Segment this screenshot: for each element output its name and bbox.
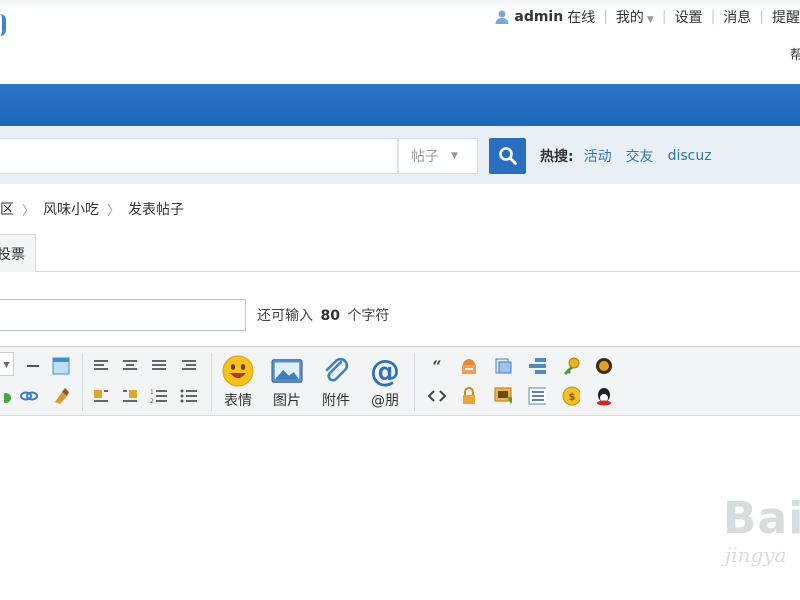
watermark-line1: Bai	[723, 493, 800, 544]
hot-search-label: 热搜:	[540, 149, 574, 165]
main-nav-bar	[0, 84, 800, 126]
search-icon	[498, 147, 517, 165]
search-bar: 帖子 ▼ 热搜: 活动 交友 discuz	[0, 126, 800, 184]
counter-value: 80	[320, 308, 340, 324]
emoticon-label: 表情	[224, 393, 252, 409]
page-break-icon[interactable]	[528, 357, 546, 375]
breadcrumb-current: 发表帖子	[128, 202, 185, 218]
image-icon	[271, 355, 303, 387]
font-size-select[interactable]: ▼	[0, 352, 14, 376]
align-left-icon[interactable]	[92, 357, 110, 375]
chevron-down-icon: ▼	[3, 359, 10, 369]
horizontal-rule-icon[interactable]	[24, 357, 42, 375]
divider: |	[759, 9, 764, 25]
svg-text:$: $	[569, 392, 576, 403]
notifications-link[interactable]: 提醒	[772, 7, 800, 27]
search-scope-value: 帖子	[411, 149, 439, 165]
hot-searches: 热搜: 活动 交友 discuz	[540, 138, 726, 174]
search-input[interactable]	[0, 138, 398, 174]
tab-poll[interactable]: 投票	[0, 234, 36, 272]
svg-text:@: @	[370, 355, 400, 387]
hot-search-link[interactable]: discuz	[668, 148, 712, 164]
settings-link[interactable]: 设置	[675, 7, 703, 27]
password-key-icon[interactable]	[562, 357, 580, 375]
subject-input[interactable]	[0, 299, 246, 331]
emoticon-button[interactable]: 表情	[217, 355, 259, 411]
search-scope-select[interactable]: 帖子 ▼	[398, 138, 478, 174]
svg-text:“: “	[432, 359, 441, 373]
lock-icon[interactable]	[460, 387, 478, 405]
at-icon: @	[369, 355, 401, 387]
attachment-label: 附件	[322, 393, 350, 409]
toolbar-divider	[414, 353, 415, 411]
chevron-down-icon: ▼	[646, 15, 654, 25]
user-icon	[494, 9, 510, 25]
align-right-icon[interactable]	[180, 357, 198, 375]
float-left-icon[interactable]	[92, 387, 110, 405]
online-status[interactable]: 在线	[567, 7, 595, 27]
counter-suffix: 个字符	[347, 308, 390, 324]
divider: |	[710, 9, 716, 25]
code-icon[interactable]	[428, 387, 446, 405]
messages-link[interactable]: 消息	[723, 7, 751, 27]
toolbar-divider	[82, 353, 83, 411]
align-justify-icon[interactable]	[150, 357, 168, 375]
quote-icon[interactable]: “	[428, 357, 446, 375]
table-icon[interactable]	[52, 357, 70, 375]
mention-label: @朋	[371, 393, 399, 409]
editor-toolbar: 12 表情 图片 附件 @ @朋 “ $	[0, 346, 800, 416]
smiley-icon	[222, 355, 254, 387]
hot-search-link[interactable]: 活动	[584, 146, 612, 166]
flash-media-icon[interactable]	[595, 357, 613, 375]
chevron-right-icon: 〉	[22, 203, 36, 219]
user-links: admin 在线 | 我的 ▼ | 设置 | 消息 | 提醒	[494, 6, 800, 28]
clear-format-icon[interactable]	[52, 387, 70, 405]
divider: |	[603, 9, 608, 25]
hide-content-icon[interactable]	[460, 357, 478, 375]
paperclip-icon	[320, 355, 352, 387]
free-content-icon[interactable]	[494, 357, 512, 375]
my-menu[interactable]: 我的 ▼	[616, 7, 654, 27]
insert-image-arrow-icon[interactable]	[494, 387, 512, 405]
qq-icon[interactable]	[595, 387, 613, 406]
help-link-fragment[interactable]: 帮	[790, 44, 800, 63]
mention-button[interactable]: @ @朋	[364, 355, 406, 411]
baidu-jingyan-watermark: Bai jingya	[723, 493, 800, 567]
divider: |	[661, 9, 667, 25]
ordered-list-icon[interactable]: 12	[150, 387, 168, 405]
site-logo[interactable]	[0, 14, 6, 36]
align-center-icon[interactable]	[121, 357, 139, 375]
my-menu-label: 我的	[615, 10, 644, 26]
post-type-tabs: 投票	[0, 234, 800, 272]
hot-search-link[interactable]: 交友	[626, 146, 654, 166]
chevron-down-icon: ▼	[451, 151, 458, 161]
counter-prefix: 还可输入	[257, 308, 313, 324]
search-button[interactable]	[489, 138, 526, 174]
breadcrumb-community[interactable]: 区	[0, 199, 14, 219]
watermark-line2: jingya	[725, 543, 787, 567]
toolbar-divider	[211, 353, 212, 411]
link-icon[interactable]	[20, 387, 38, 405]
breadcrumb-forum[interactable]: 风味小吃	[43, 199, 99, 219]
index-icon[interactable]	[528, 387, 546, 405]
image-label: 图片	[273, 393, 301, 409]
unordered-list-icon[interactable]	[180, 387, 198, 405]
background-color-icon[interactable]	[0, 387, 18, 405]
chevron-right-icon: 〉	[107, 203, 121, 219]
svg-text:1: 1	[150, 389, 154, 396]
svg-text:2: 2	[150, 398, 154, 404]
username-link[interactable]: admin	[514, 9, 563, 25]
float-right-icon[interactable]	[121, 387, 139, 405]
top-bar: admin 在线 | 我的 ▼ | 设置 | 消息 | 提醒 帮	[0, 0, 800, 84]
coin-icon[interactable]: $	[562, 386, 580, 406]
attachment-button[interactable]: 附件	[315, 355, 357, 411]
image-button[interactable]: 图片	[266, 355, 308, 411]
breadcrumb: 区 〉 风味小吃 〉 发表帖子	[0, 198, 184, 220]
subject-char-counter: 还可输入 80 个字符	[257, 305, 389, 325]
